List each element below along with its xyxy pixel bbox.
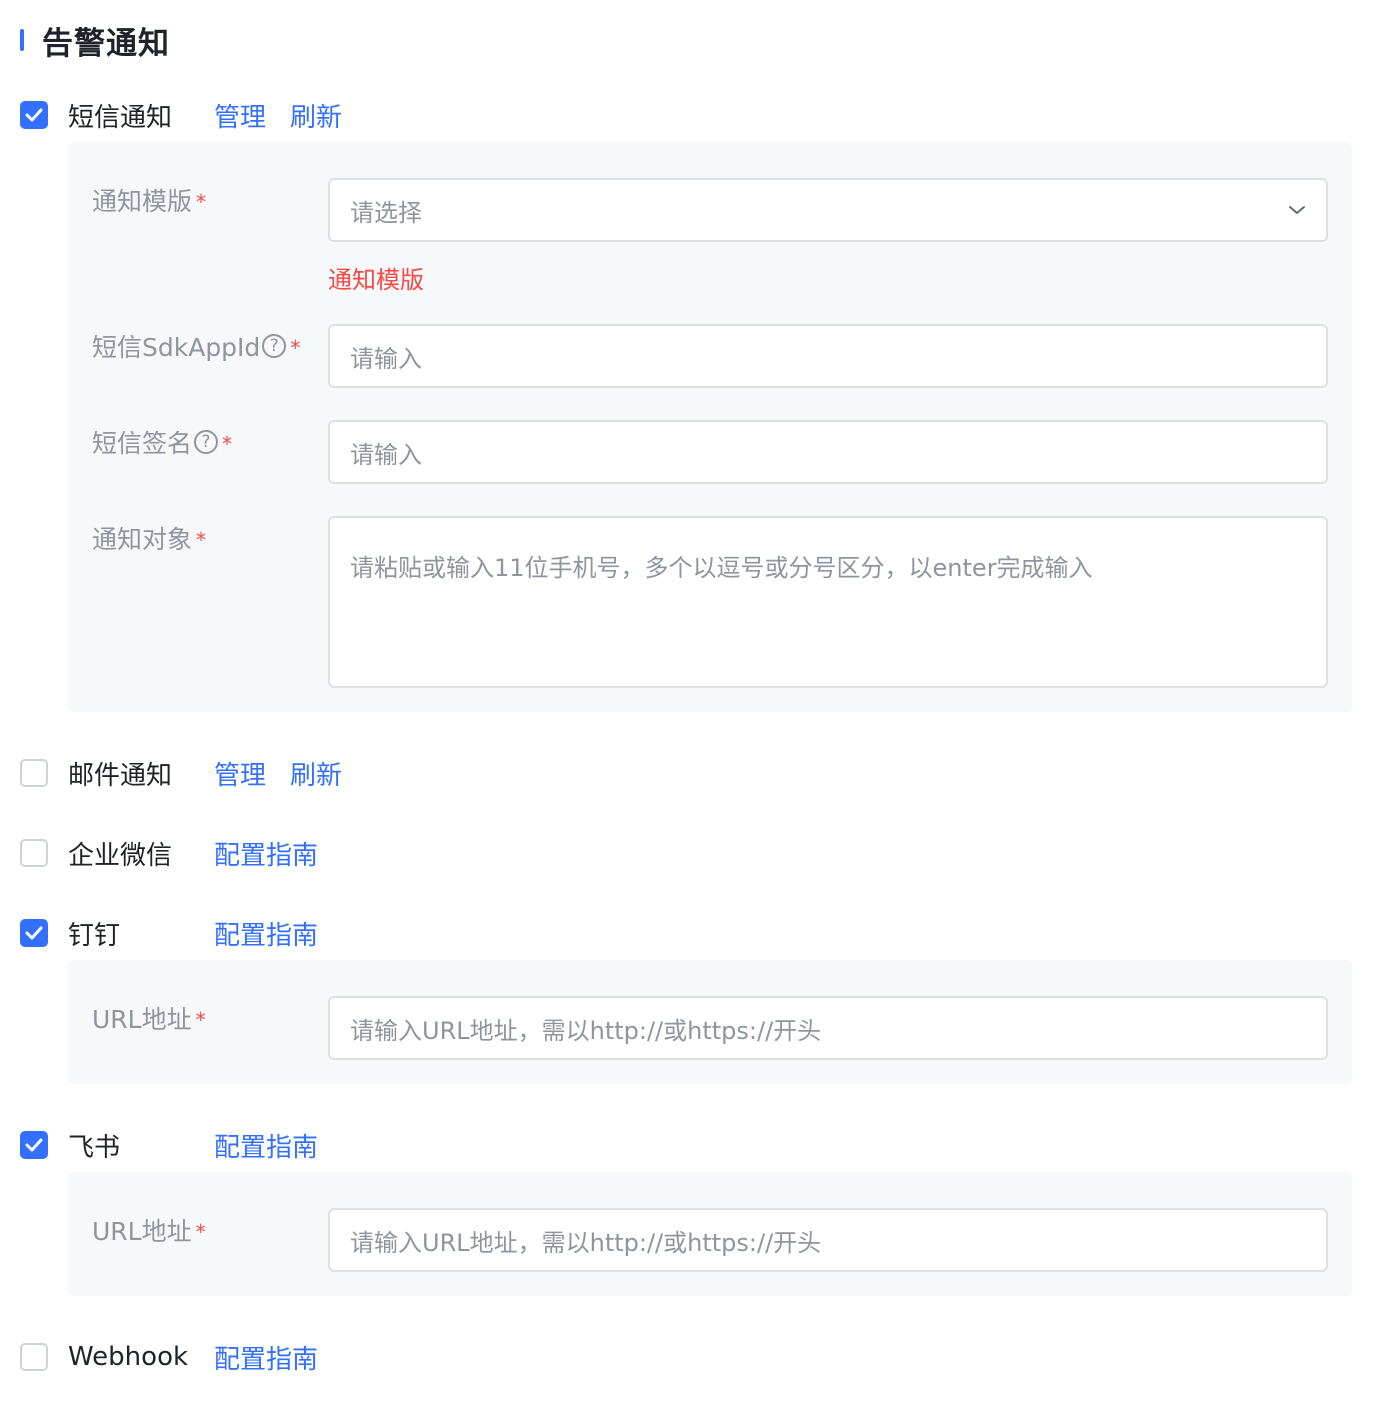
template-error-text: 通知模版 (328, 266, 424, 294)
webhook-checkbox[interactable] (20, 1343, 48, 1371)
notify-target-textarea[interactable]: 请粘贴或输入11位手机号，多个以逗号或分号区分，以enter完成输入 (328, 516, 1328, 688)
email-checkbox[interactable] (20, 759, 48, 787)
required-mark: * (196, 528, 207, 552)
template-field-label: 通知模版 * (92, 182, 206, 218)
section-header: 告警通知 (20, 18, 170, 62)
sdk-appid-placeholder: 请输入 (350, 344, 422, 373)
template-select[interactable]: 请选择 (328, 178, 1328, 242)
dingtalk-url-field-label: URL地址 * (92, 1000, 206, 1036)
email-row: 邮件通知 管理 刷新 (20, 755, 342, 791)
sms-refresh-link[interactable]: 刷新 (290, 97, 342, 134)
chevron-down-icon (1289, 206, 1305, 214)
feishu-url-input[interactable]: 请输入URL地址，需以http://或https://开头 (328, 1208, 1328, 1272)
check-icon (25, 1138, 43, 1152)
dingtalk-checkbox[interactable] (20, 919, 48, 947)
sms-checkbox[interactable] (20, 101, 48, 129)
wecom-guide-link[interactable]: 配置指南 (214, 835, 318, 872)
dingtalk-row: 钉钉 配置指南 (20, 915, 318, 951)
title-accent-bar (20, 29, 24, 51)
sdk-field-label: 短信SdkAppId? * (92, 328, 300, 364)
feishu-url-label-text: URL地址 (92, 1217, 192, 1246)
wecom-checkbox[interactable] (20, 839, 48, 867)
help-icon[interactable]: ? (262, 334, 287, 358)
feishu-guide-link[interactable]: 配置指南 (214, 1127, 318, 1164)
required-mark: * (290, 336, 301, 360)
required-mark: * (195, 1220, 206, 1244)
template-label-text: 通知模版 (92, 187, 193, 216)
wecom-row: 企业微信 配置指南 (20, 835, 318, 871)
webhook-row: Webhook 配置指南 (20, 1339, 318, 1375)
check-icon (25, 108, 43, 122)
sms-label: 短信通知 (68, 102, 173, 133)
dingtalk-url-input[interactable]: 请输入URL地址，需以http://或https://开头 (328, 996, 1328, 1060)
feishu-url-field-label: URL地址 * (92, 1212, 206, 1248)
feishu-checkbox[interactable] (20, 1131, 48, 1159)
target-label-text: 通知对象 (92, 525, 193, 554)
feishu-url-placeholder: 请输入URL地址，需以http://或https://开头 (350, 1228, 822, 1257)
target-field-label: 通知对象 * (92, 520, 206, 556)
required-mark: * (222, 432, 233, 456)
email-refresh-link[interactable]: 刷新 (290, 755, 342, 792)
section-title: 告警通知 (42, 25, 170, 62)
dingtalk-label: 钉钉 (68, 920, 121, 951)
feishu-label: 飞书 (68, 1132, 121, 1163)
dingtalk-guide-link[interactable]: 配置指南 (214, 915, 318, 952)
dingtalk-config-panel: URL地址 * 请输入URL地址，需以http://或https://开头 (68, 960, 1352, 1084)
email-manage-link[interactable]: 管理 (214, 755, 266, 792)
sms-manage-link[interactable]: 管理 (214, 97, 266, 134)
webhook-guide-link[interactable]: 配置指南 (214, 1339, 318, 1376)
wecom-label: 企业微信 (68, 840, 173, 871)
sdk-appid-input[interactable]: 请输入 (328, 324, 1328, 388)
sdk-label-text: 短信SdkAppId (92, 333, 261, 362)
sms-config-panel: 通知模版 * 请选择 通知模版 短信SdkAppId? * 请输入 短信签名? * 请… (68, 142, 1352, 712)
check-icon (25, 926, 43, 940)
feishu-row: 飞书 配置指南 (20, 1127, 318, 1163)
webhook-label: Webhook (68, 1342, 189, 1372)
sms-row: 短信通知 管理 刷新 (20, 97, 342, 133)
help-icon[interactable]: ? (194, 430, 219, 454)
dingtalk-url-label-text: URL地址 (92, 1005, 192, 1034)
required-mark: * (195, 1008, 206, 1032)
email-label: 邮件通知 (68, 760, 173, 791)
sms-sign-input[interactable]: 请输入 (328, 420, 1328, 484)
feishu-config-panel: URL地址 * 请输入URL地址，需以http://或https://开头 (68, 1172, 1352, 1296)
notify-target-placeholder: 请粘贴或输入11位手机号，多个以逗号或分号区分，以enter完成输入 (350, 554, 1093, 582)
dingtalk-url-placeholder: 请输入URL地址，需以http://或https://开头 (350, 1016, 822, 1045)
sign-label-text: 短信签名 (92, 429, 193, 458)
template-select-placeholder: 请选择 (350, 198, 422, 227)
sign-field-label: 短信签名? * (92, 424, 232, 460)
sms-sign-placeholder: 请输入 (350, 440, 422, 469)
required-mark: * (196, 190, 207, 214)
